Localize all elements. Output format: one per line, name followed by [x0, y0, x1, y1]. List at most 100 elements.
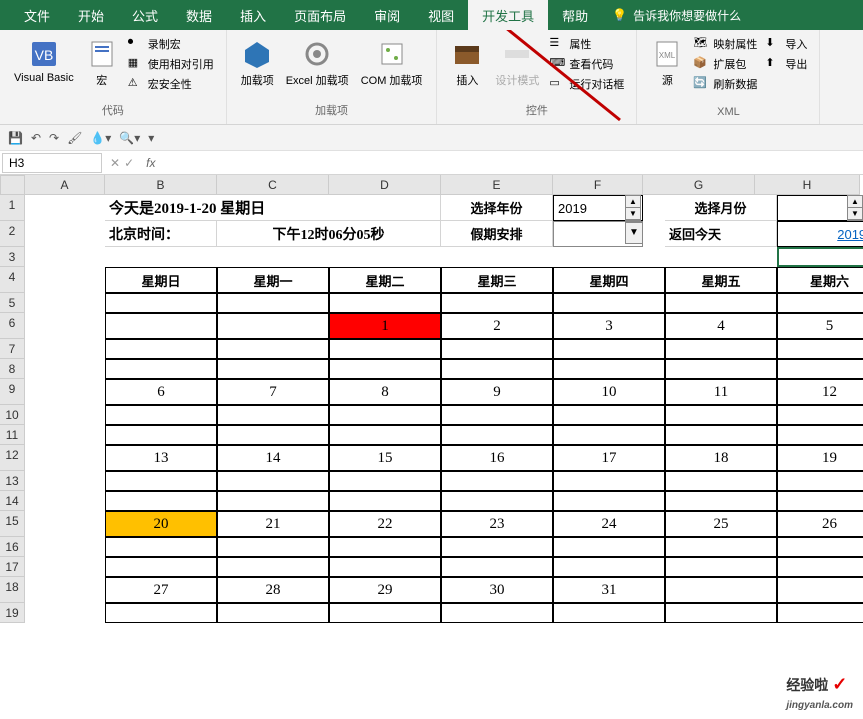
- visual-basic-button[interactable]: VB Visual Basic: [8, 34, 80, 88]
- calendar-cell[interactable]: [777, 339, 863, 359]
- calendar-cell[interactable]: 26: [777, 511, 863, 537]
- month-spinner[interactable]: ▲▼: [847, 195, 863, 221]
- col-H[interactable]: H: [755, 175, 860, 195]
- calendar-cell[interactable]: [777, 577, 863, 603]
- calendar-cell[interactable]: [441, 359, 553, 379]
- calendar-cell[interactable]: [217, 405, 329, 425]
- cancel-icon[interactable]: ✕: [110, 156, 120, 170]
- calendar-cell[interactable]: 13: [105, 445, 217, 471]
- calendar-cell[interactable]: [217, 339, 329, 359]
- calendar-cell[interactable]: [553, 293, 665, 313]
- calendar-cell[interactable]: 21: [217, 511, 329, 537]
- calendar-cell[interactable]: 14: [217, 445, 329, 471]
- row-1[interactable]: 1: [0, 195, 25, 221]
- map-properties-button[interactable]: 🗺映射属性: [689, 34, 761, 54]
- tab-home[interactable]: 开始: [64, 0, 118, 31]
- col-G[interactable]: G: [643, 175, 755, 195]
- row-15[interactable]: 15: [0, 511, 25, 537]
- calendar-cell[interactable]: [105, 405, 217, 425]
- tab-developer[interactable]: 开发工具: [468, 0, 548, 31]
- fx-button[interactable]: fx: [140, 156, 161, 170]
- calendar-cell[interactable]: 17: [553, 445, 665, 471]
- qat-dropdown-icon[interactable]: ▾: [148, 131, 154, 145]
- calendar-cell[interactable]: [553, 359, 665, 379]
- row-14[interactable]: 14: [0, 491, 25, 511]
- calendar-cell[interactable]: 2: [441, 313, 553, 339]
- calendar-cell[interactable]: 12: [777, 379, 863, 405]
- calendar-cell[interactable]: [329, 425, 441, 445]
- macro-button[interactable]: 宏: [80, 34, 124, 92]
- calendar-cell[interactable]: [329, 491, 441, 511]
- calendar-cell[interactable]: [217, 557, 329, 577]
- calendar-cell[interactable]: 30: [441, 577, 553, 603]
- spinner-down-icon[interactable]: ▼: [626, 208, 640, 220]
- col-C[interactable]: C: [217, 175, 329, 195]
- calendar-cell[interactable]: 15: [329, 445, 441, 471]
- row-11[interactable]: 11: [0, 425, 25, 445]
- calendar-cell[interactable]: [553, 603, 665, 623]
- calendar-cell[interactable]: [329, 339, 441, 359]
- row-16[interactable]: 16: [0, 537, 25, 557]
- calendar-cell[interactable]: [665, 603, 777, 623]
- tab-file[interactable]: 文件: [10, 0, 64, 31]
- calendar-cell[interactable]: 3: [553, 313, 665, 339]
- undo-icon[interactable]: ↶: [31, 131, 41, 145]
- year-spinner[interactable]: ▲▼: [625, 195, 641, 221]
- redo-icon[interactable]: ↷: [49, 131, 59, 145]
- calendar-cell[interactable]: [217, 359, 329, 379]
- calendar-cell[interactable]: 8: [329, 379, 441, 405]
- calendar-cell[interactable]: [665, 293, 777, 313]
- calendar-cell[interactable]: [553, 557, 665, 577]
- calendar-cell[interactable]: 10: [553, 379, 665, 405]
- return-today-link[interactable]: 2019/1: [777, 221, 863, 247]
- import-button[interactable]: ⬇导入: [761, 34, 811, 54]
- calendar-cell[interactable]: 27: [105, 577, 217, 603]
- calendar-cell[interactable]: [329, 405, 441, 425]
- calendar-cell[interactable]: [105, 359, 217, 379]
- calendar-cell[interactable]: [329, 603, 441, 623]
- calendar-cell[interactable]: 29: [329, 577, 441, 603]
- run-dialog-button[interactable]: ▭运行对话框: [545, 74, 628, 94]
- insert-control-button[interactable]: 插入: [445, 34, 489, 92]
- calendar-cell[interactable]: [777, 425, 863, 445]
- calendar-cell[interactable]: 22: [329, 511, 441, 537]
- calendar-cell[interactable]: [105, 293, 217, 313]
- col-F[interactable]: F: [553, 175, 643, 195]
- calendar-cell[interactable]: [441, 471, 553, 491]
- tab-insert[interactable]: 插入: [226, 0, 280, 31]
- row-9[interactable]: 9: [0, 379, 25, 405]
- calendar-cell[interactable]: [441, 557, 553, 577]
- enter-icon[interactable]: ✓: [124, 156, 134, 170]
- addin-button[interactable]: 加载项: [235, 34, 280, 92]
- calendar-cell[interactable]: [441, 425, 553, 445]
- calendar-cell[interactable]: [105, 537, 217, 557]
- calendar-cell[interactable]: [329, 557, 441, 577]
- excel-addin-button[interactable]: Excel 加载项: [280, 34, 355, 92]
- calendar-cell[interactable]: [329, 537, 441, 557]
- macro-security-button[interactable]: ⚠宏安全性: [124, 74, 218, 94]
- row-3[interactable]: 3: [0, 247, 25, 267]
- brush-icon[interactable]: 🖌: [67, 131, 82, 145]
- calendar-cell[interactable]: 20: [105, 511, 217, 537]
- calendar-cell[interactable]: [217, 425, 329, 445]
- formula-input[interactable]: [161, 161, 863, 165]
- calendar-cell[interactable]: [665, 471, 777, 491]
- tab-help[interactable]: 帮助: [548, 0, 602, 31]
- eyedropper-icon[interactable]: 💧▾: [90, 131, 111, 145]
- calendar-cell[interactable]: [777, 293, 863, 313]
- calendar-cell[interactable]: 1: [329, 313, 441, 339]
- row-12[interactable]: 12: [0, 445, 25, 471]
- source-button[interactable]: XML 源: [645, 34, 689, 92]
- name-box[interactable]: [2, 153, 102, 173]
- row-6[interactable]: 6: [0, 313, 25, 339]
- calendar-cell[interactable]: [105, 339, 217, 359]
- tab-review[interactable]: 审阅: [360, 0, 414, 31]
- calendar-cell[interactable]: 9: [441, 379, 553, 405]
- calendar-cell[interactable]: [441, 537, 553, 557]
- selected-cell-h3[interactable]: [777, 247, 863, 267]
- spinner-up-icon[interactable]: ▲: [848, 196, 862, 208]
- export-button[interactable]: ⬆导出: [761, 54, 811, 74]
- calendar-cell[interactable]: 4: [665, 313, 777, 339]
- calendar-cell[interactable]: [217, 603, 329, 623]
- properties-button[interactable]: ☰属性: [545, 34, 628, 54]
